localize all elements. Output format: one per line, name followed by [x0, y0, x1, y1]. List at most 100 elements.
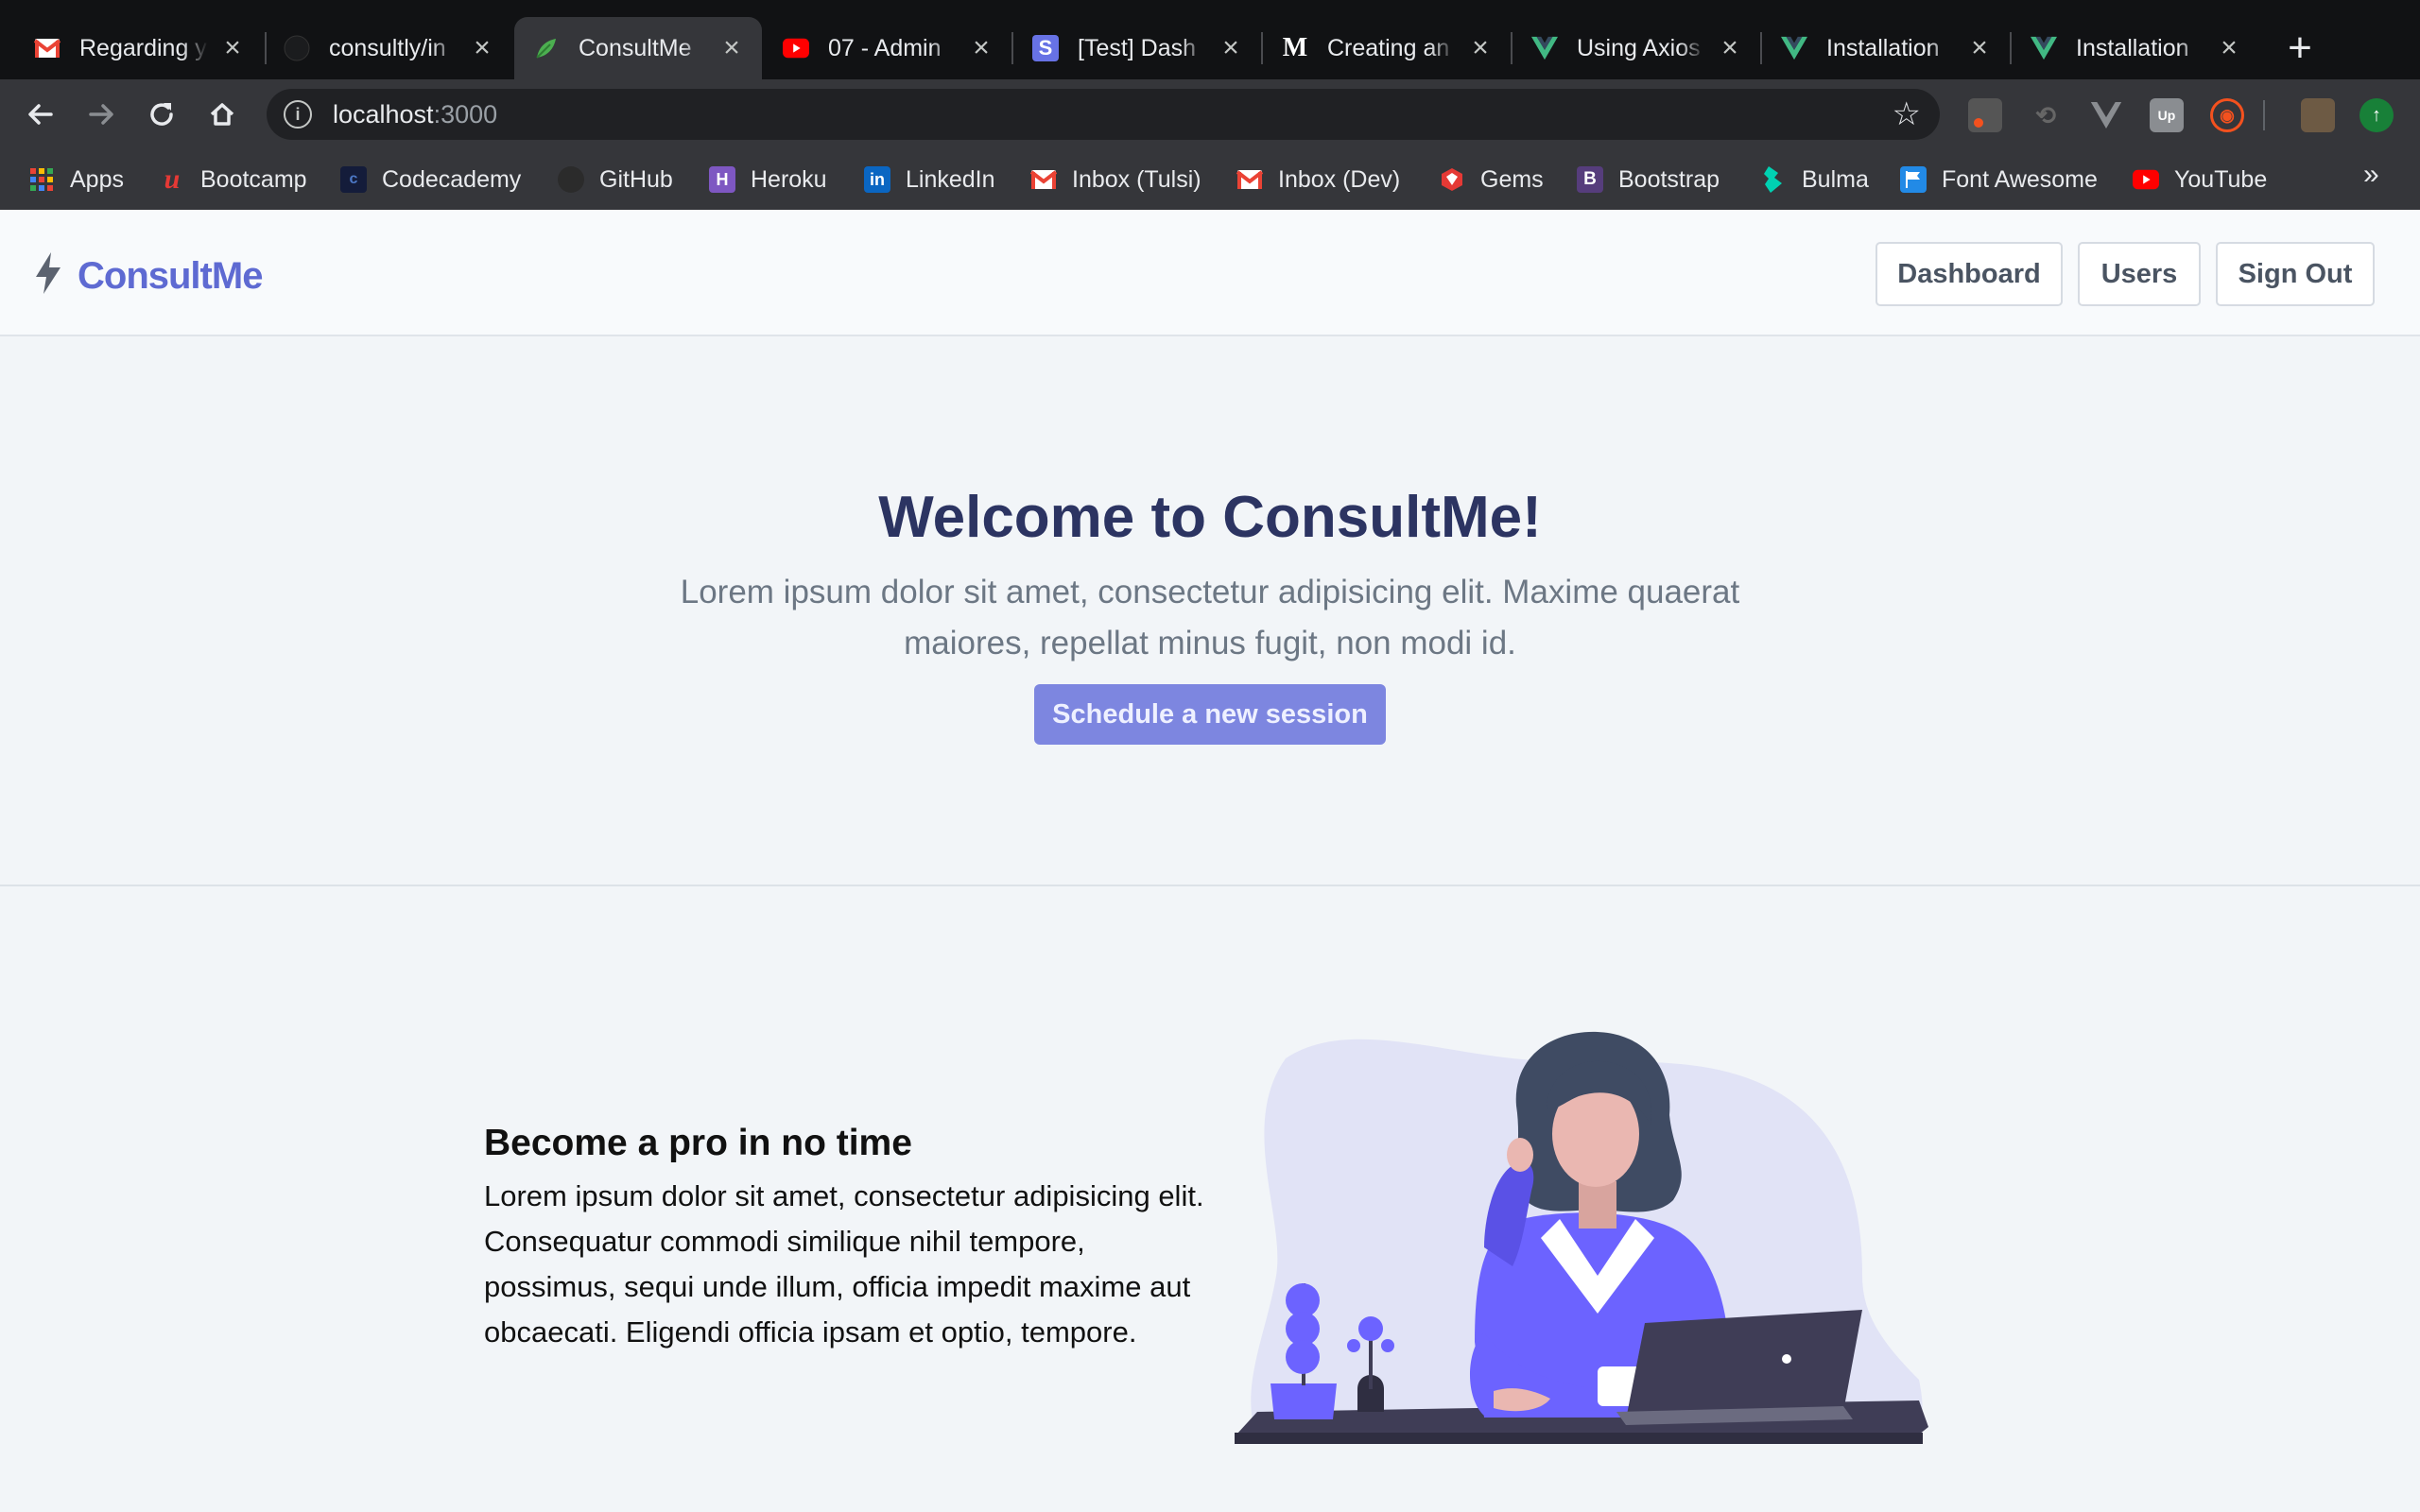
close-tab-icon[interactable]: × [1717, 32, 1743, 63]
tab-active[interactable]: ConsultMe × [514, 17, 762, 79]
linkedin-icon: in [864, 166, 890, 193]
close-tab-icon[interactable]: × [968, 32, 994, 63]
forward-button[interactable] [76, 89, 127, 140]
browser-toolbar: i localhost:3000 ☆ ⟲ Up ◉ ↑ [0, 79, 2420, 149]
tab-title: ConsultMe [579, 34, 692, 61]
address-bar[interactable]: i localhost:3000 ☆ [267, 89, 1940, 140]
tab-title: Creating an [1327, 34, 1450, 61]
bookmark-bootcamp[interactable]: u Bootcamp [159, 163, 307, 197]
vue-icon [1531, 35, 1558, 61]
tab-title: Installation [1826, 34, 1940, 61]
close-tab-icon[interactable]: × [1966, 32, 1993, 63]
bookmark-star-icon[interactable]: ☆ [1893, 95, 1921, 133]
woman-at-laptop-illustration [1235, 1031, 1928, 1444]
profile-avatar[interactable] [2301, 98, 2335, 132]
new-tab-button[interactable]: + [2276, 25, 2324, 72]
hero-section: Welcome to ConsultMe! Lorem ipsum dolor … [0, 336, 2420, 886]
tab-title: 07 - Admin [828, 34, 942, 61]
bookmark-label: LinkedIn [906, 165, 995, 193]
tab[interactable]: 07 - Admin × [764, 17, 1011, 79]
users-button[interactable]: Users [2078, 242, 2201, 306]
app-navbar: ConsultMe Dashboard Users Sign Out [0, 210, 2420, 336]
vue-icon [2031, 35, 2057, 61]
tab[interactable]: Using Axios × [1512, 17, 1760, 79]
feature-title: Become a pro in no time [484, 1123, 912, 1163]
tab-title: [Test] Dash [1078, 34, 1197, 61]
bookmark-github[interactable]: GitHub [558, 163, 673, 197]
leaf-icon [533, 35, 560, 61]
bookmark-label: YouTube [2174, 165, 2268, 193]
bookmark-label: Inbox (Tulsi) [1072, 165, 1201, 193]
extension-sync-icon[interactable]: ⟲ [2029, 98, 2063, 132]
bookmark-inbox-tulsi[interactable]: Inbox (Tulsi) [1030, 163, 1201, 197]
gmail-icon [34, 35, 60, 61]
heroku-icon: H [709, 166, 735, 193]
update-arrow-icon[interactable]: ↑ [2360, 98, 2394, 132]
tab-title: Using Axios [1577, 34, 1701, 61]
bookmark-gems[interactable]: Gems [1439, 163, 1544, 197]
sign-out-button[interactable]: Sign Out [2216, 242, 2375, 306]
bookmark-apps[interactable]: Apps [28, 163, 124, 197]
extension-icon[interactable] [1968, 98, 2002, 132]
bolt-icon [36, 251, 60, 294]
close-tab-icon[interactable]: × [469, 32, 495, 63]
extension-vue-devtools-icon[interactable] [2089, 98, 2123, 132]
tab[interactable]: Installation × [1762, 17, 2010, 79]
home-icon [210, 103, 234, 126]
brand-logo[interactable]: ConsultMe [34, 248, 263, 298]
back-button[interactable] [15, 89, 66, 140]
vue-icon [1781, 35, 1807, 61]
brand-name: ConsultMe [78, 255, 263, 297]
extension-red-circle-icon[interactable]: ◉ [2210, 98, 2244, 132]
browser-chrome: Regarding y × consultly/in × ConsultMe ×… [0, 0, 2420, 210]
bookmark-label: Gems [1480, 165, 1544, 193]
arrow-left-icon [28, 104, 53, 125]
plus-icon: + [2288, 25, 2312, 71]
youtube-icon [2133, 166, 2159, 193]
close-tab-icon[interactable]: × [1467, 32, 1494, 63]
tab-strip: Regarding y × consultly/in × ConsultMe ×… [0, 0, 2420, 79]
bookmark-label: Heroku [751, 165, 827, 193]
tab[interactable]: consultly/in × [265, 17, 512, 79]
github-icon [558, 166, 584, 193]
bookmark-label: Apps [70, 165, 124, 193]
dashboard-button[interactable]: Dashboard [1876, 242, 2063, 306]
medium-icon: M [1282, 33, 1308, 62]
extension-upwork-icon[interactable]: Up [2150, 98, 2184, 132]
hero-title: Welcome to ConsultMe! [878, 485, 1542, 550]
more-bookmarks-button[interactable]: » [2363, 159, 2379, 191]
bookmark-heroku[interactable]: H Heroku [709, 163, 827, 197]
tab[interactable]: M Creating an × [1263, 17, 1511, 79]
bookmark-youtube[interactable]: YouTube [2133, 163, 2267, 197]
ruby-gems-icon [1439, 166, 1465, 193]
schedule-session-button[interactable]: Schedule a new session [1034, 684, 1386, 745]
home-button[interactable] [197, 89, 248, 140]
bulma-icon [1760, 166, 1787, 193]
bootcamp-icon: u [164, 163, 181, 195]
bookmark-codecademy[interactable]: c Codecademy [340, 163, 521, 197]
bookmark-font-awesome[interactable]: Font Awesome [1900, 163, 2098, 197]
hero-subtitle: Lorem ipsum dolor sit amet, consectetur … [680, 574, 1740, 662]
tab-title: Regarding y [79, 34, 207, 61]
tab[interactable]: Installation × [2012, 17, 2259, 79]
url-port: :3000 [433, 99, 498, 129]
close-tab-icon[interactable]: × [2216, 32, 2242, 63]
bookmark-bulma[interactable]: Bulma [1760, 163, 1869, 197]
bookmark-inbox-dev[interactable]: Inbox (Dev) [1236, 163, 1400, 197]
bookmark-linkedin[interactable]: in LinkedIn [864, 163, 995, 197]
bookmark-bootstrap[interactable]: B Bootstrap [1577, 163, 1720, 197]
close-tab-icon[interactable]: × [219, 32, 246, 63]
codecademy-icon: c [340, 166, 367, 193]
bookmarks-bar: Apps u Bootcamp c Codecademy GitHub H He… [0, 149, 2420, 210]
tab-title: Installation [2076, 34, 2189, 61]
tab[interactable]: S [Test] Dash × [1013, 17, 1261, 79]
reload-button[interactable] [136, 89, 187, 140]
bookmark-label: Bulma [1802, 165, 1869, 193]
site-info-icon[interactable]: i [284, 100, 312, 129]
close-tab-icon[interactable]: × [718, 32, 745, 63]
gmail-icon [1030, 166, 1057, 193]
youtube-icon [783, 35, 809, 61]
bootstrap-icon: B [1577, 166, 1603, 193]
close-tab-icon[interactable]: × [1218, 32, 1244, 63]
tab[interactable]: Regarding y × [15, 17, 263, 79]
